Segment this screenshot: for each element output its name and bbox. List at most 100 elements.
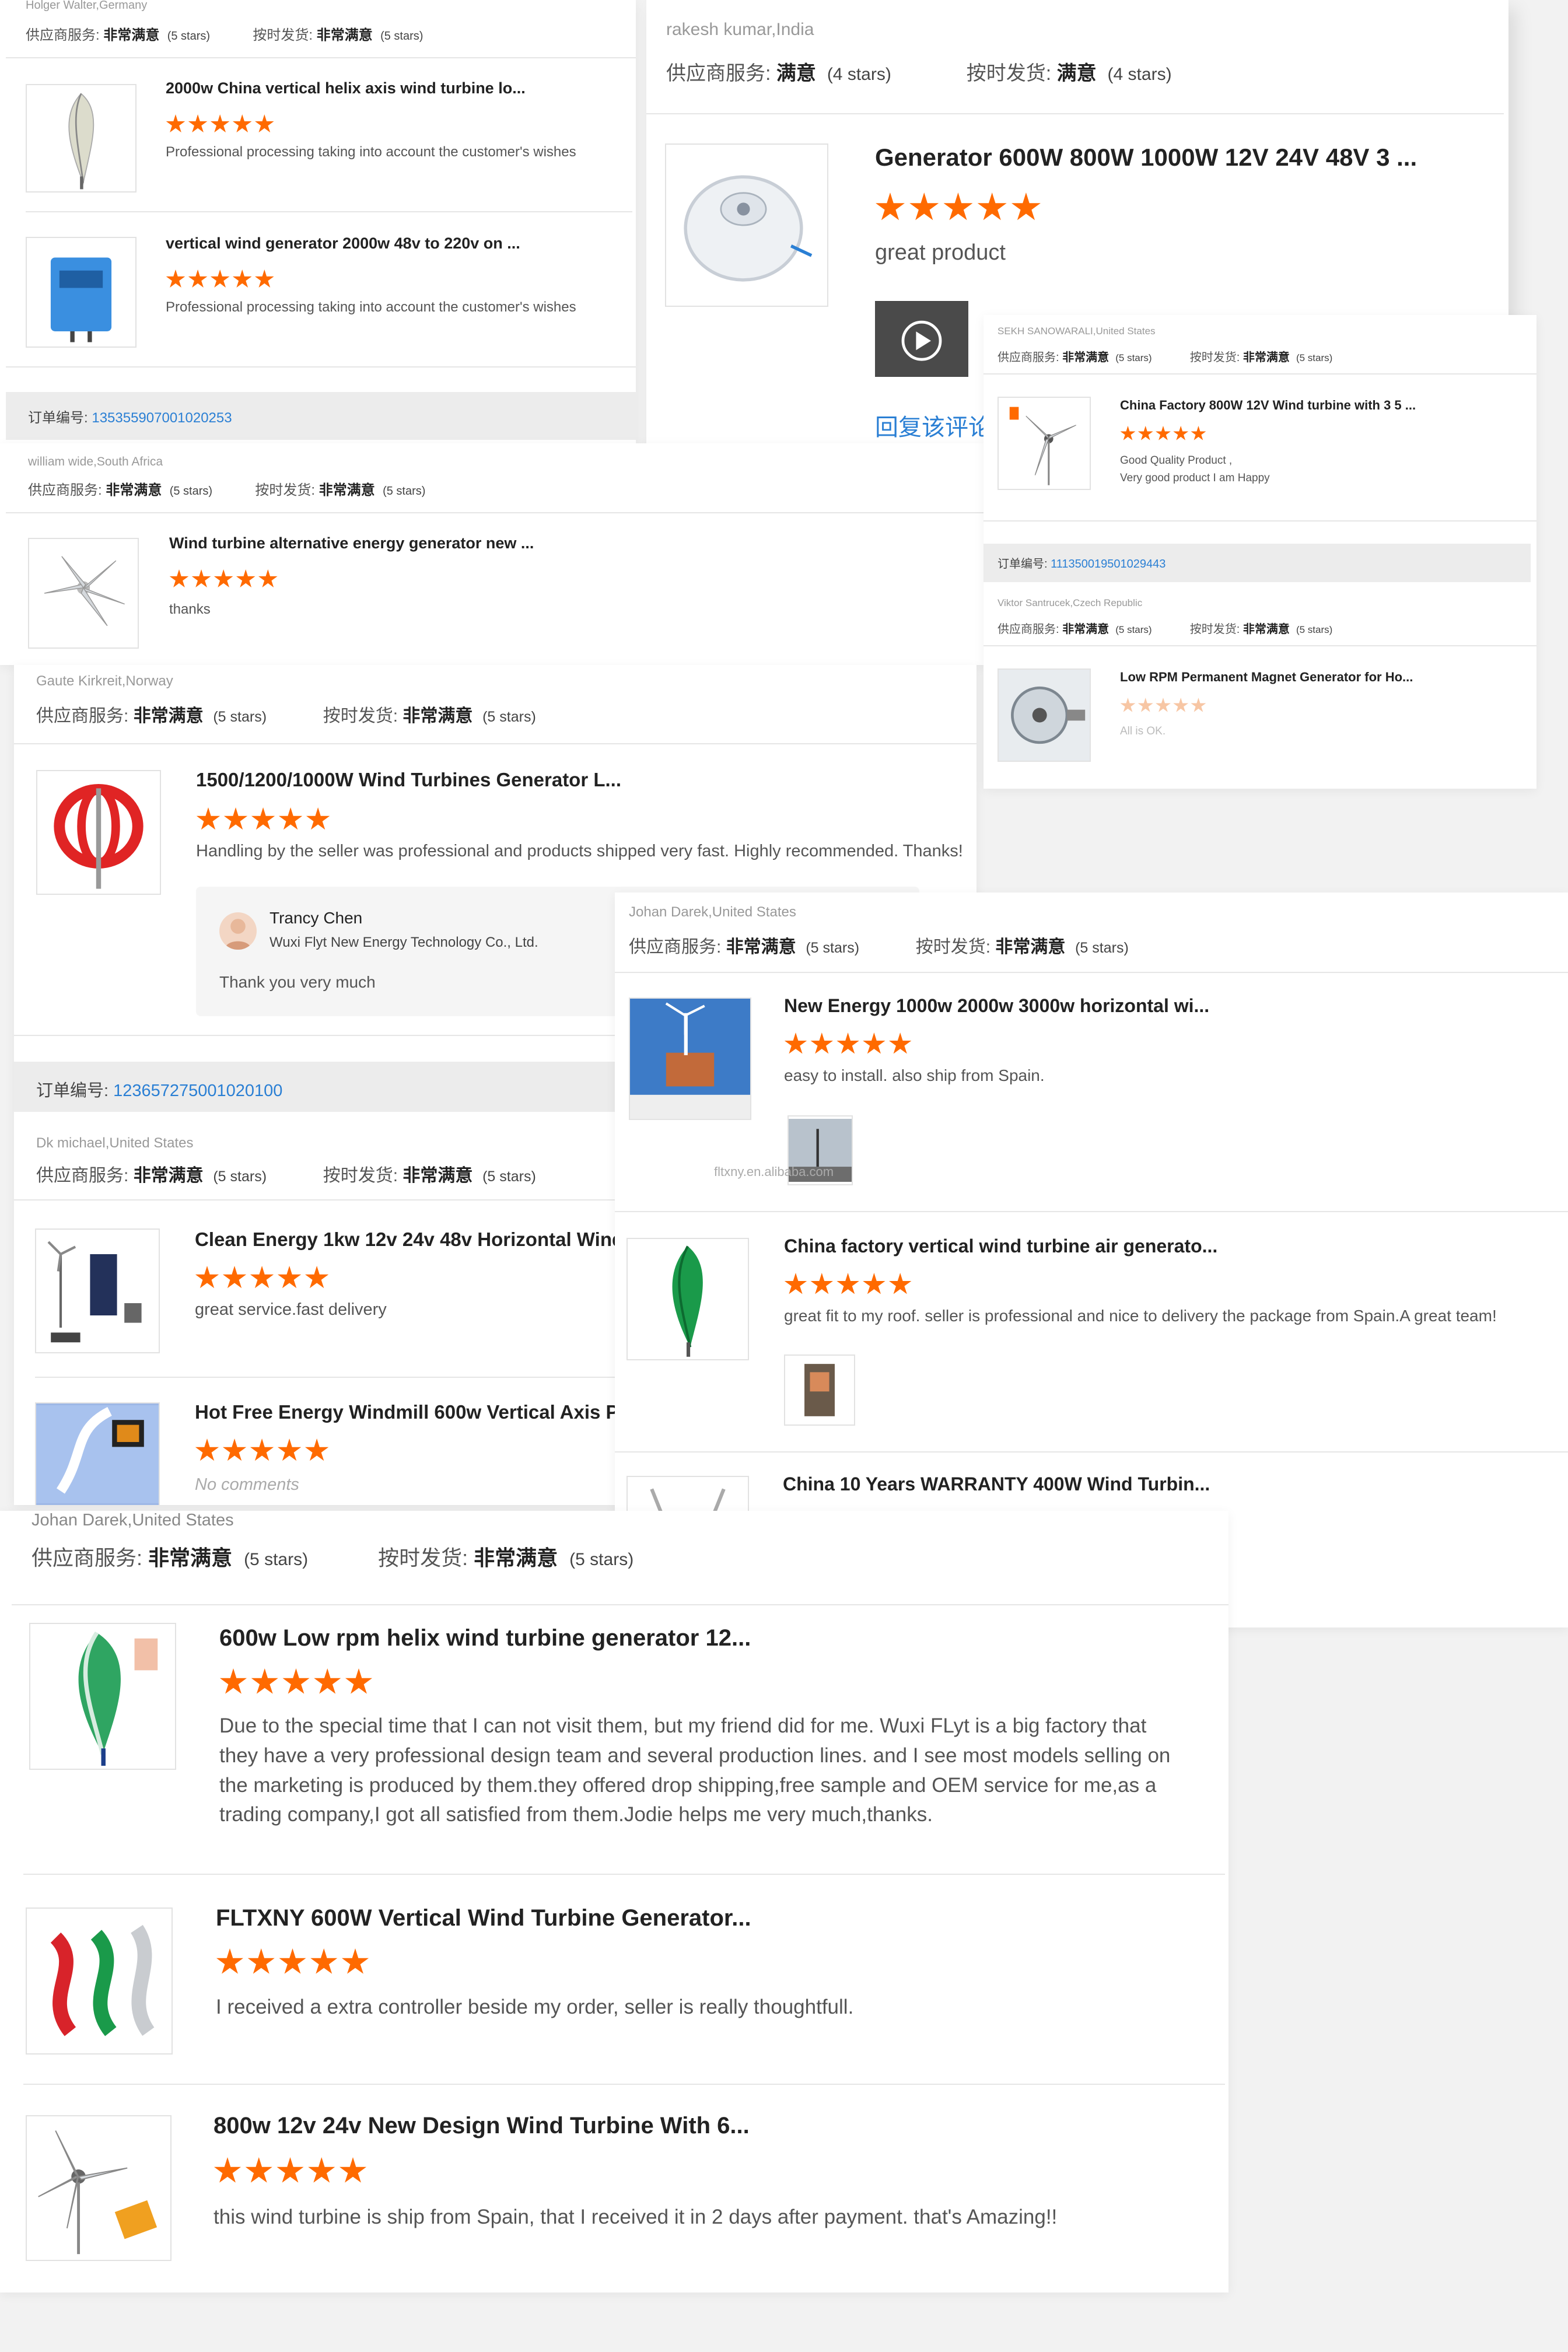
review-panel-c: william wide,South Africa 供应商服务: 非常满意 (5… (0, 443, 986, 665)
ratings-row: 供应商服务: 满意 (4 stars) 按时发货: 满意 (4 stars) (666, 62, 1172, 85)
divider (6, 512, 986, 513)
star-rating (784, 1032, 912, 1056)
product-title[interactable]: New Energy 1000w 2000w 3000w horizontal … (784, 995, 1251, 1017)
star-icon (216, 1948, 244, 1974)
star-icon (210, 270, 230, 288)
product-image[interactable] (26, 237, 136, 348)
product-image[interactable] (35, 1402, 160, 1505)
divider (14, 743, 977, 744)
product-title[interactable]: China factory vertical wind turbine air … (784, 1236, 1251, 1257)
divider (984, 645, 1536, 646)
product-image[interactable] (998, 397, 1091, 490)
product-title[interactable]: FLTXNY 600W Vertical Wind Turbine Genera… (216, 1905, 1149, 1931)
star-rating (166, 114, 274, 134)
order-number-link[interactable]: 135355907001020253 (92, 410, 232, 426)
star-icon (1138, 698, 1153, 712)
review-text: great service.fast delivery (195, 1300, 387, 1319)
watermark: fltxny.en.alibaba.com (714, 1164, 834, 1179)
product-image[interactable] (629, 998, 751, 1120)
star-icon (277, 1438, 302, 1461)
star-rating (214, 2157, 367, 2185)
star-icon (214, 569, 233, 587)
product-title[interactable]: 600w Low rpm helix wind turbine generato… (219, 1625, 1153, 1651)
product-image[interactable] (998, 668, 1091, 762)
reply-author: Trancy Chen (270, 909, 363, 927)
review-text: Handling by the seller was professional … (196, 842, 963, 860)
product-image[interactable] (36, 770, 161, 895)
product-title[interactable]: vertical wind generator 2000w 48v to 220… (166, 235, 621, 253)
star-icon (810, 1032, 833, 1054)
product-image[interactable] (26, 1908, 173, 2054)
product-image[interactable] (665, 144, 828, 307)
product-title[interactable]: 800w 12v 24v New Design Wind Turbine Wit… (214, 2113, 1147, 2139)
star-icon (310, 1948, 338, 1974)
star-icon (232, 270, 252, 288)
star-icon (277, 1266, 302, 1289)
divider (646, 113, 1504, 114)
review-text: Professional processing taking into acco… (166, 144, 576, 160)
star-icon (876, 192, 905, 220)
review-video-thumbnail[interactable] (875, 301, 968, 377)
star-icon (195, 1438, 219, 1461)
star-icon (345, 1668, 373, 1694)
wind-turbine-icon (44, 556, 125, 626)
product-image[interactable] (29, 1623, 176, 1770)
order-number-link[interactable]: 111350019501029443 (1051, 558, 1166, 570)
star-icon (195, 1266, 219, 1289)
star-rating (784, 1273, 912, 1296)
review-text: No comments (195, 1475, 299, 1494)
product-title[interactable]: 2000w China vertical helix axis wind tur… (166, 79, 621, 97)
star-icon (339, 2157, 367, 2183)
reviewer-name: Holger Walter,Germany (26, 0, 148, 12)
review-text: thanks (169, 601, 211, 617)
star-icon (308, 2157, 335, 2183)
review-text: I received a extra controller beside my … (216, 1996, 854, 2018)
product-image[interactable] (626, 1238, 749, 1360)
divider (984, 373, 1536, 374)
vertical-turbine-icon (50, 1924, 155, 2036)
product-title[interactable]: Wind turbine alternative energy generato… (169, 534, 694, 552)
star-icon (251, 807, 275, 830)
product-image[interactable] (26, 84, 136, 192)
star-icon (784, 1032, 807, 1054)
star-icon (254, 270, 274, 288)
product-title[interactable]: 1500/1200/1000W Wind Turbines Generator … (196, 769, 838, 791)
star-icon (304, 1438, 329, 1461)
reply-review-link[interactable]: 回复该评论 (875, 408, 992, 442)
star-icon (836, 1032, 859, 1054)
star-icon (1011, 192, 1041, 220)
ratings-row: 供应商服务: 非常满意 (5 stars) 按时发货: 非常满意 (5 star… (998, 623, 1333, 636)
product-title[interactable]: China Factory 800W 12V Wind turbine with… (1120, 398, 1505, 413)
star-rating (196, 807, 330, 832)
divider (615, 1451, 1568, 1452)
star-icon (1173, 426, 1189, 440)
generator-icon (684, 175, 813, 282)
star-icon (223, 807, 248, 830)
photo-icon (785, 1356, 854, 1424)
product-image[interactable] (35, 1228, 160, 1353)
product-image[interactable] (26, 2115, 172, 2261)
star-icon (166, 270, 186, 288)
star-icon (247, 1948, 275, 1974)
review-panel-g: Johan Darek,United States 供应商服务: 非常满意 (5… (0, 1511, 1228, 2292)
reviewer-name: Johan Darek,United States (32, 1511, 234, 1530)
reviewer-name: SEKH SANOWARALI,United States (998, 326, 1156, 337)
review-panel-a: Holger Walter,Germany 供应商服务: 非常满意 (5 sta… (0, 0, 636, 443)
product-title[interactable]: China 10 Years WARRANTY 400W Wind Turbin… (783, 1474, 1250, 1495)
product-image[interactable] (28, 538, 139, 649)
star-rating (169, 569, 278, 589)
ratings-row: 供应商服务: 非常满意 (5 stars) 按时发货: 非常满意 (5 star… (36, 706, 536, 726)
review-photo[interactable] (784, 1354, 855, 1426)
star-icon (1173, 698, 1189, 712)
star-icon (232, 114, 252, 132)
order-number-link[interactable]: 123657275001020100 (113, 1082, 282, 1100)
divider (6, 366, 636, 368)
star-icon (863, 1032, 886, 1054)
star-icon (196, 807, 220, 830)
review-text: All is OK. (1120, 725, 1166, 737)
generator-icon (999, 670, 1090, 761)
star-icon (250, 1266, 274, 1289)
product-title[interactable]: Low RPM Permanent Magnet Generator for H… (1120, 670, 1505, 685)
product-title[interactable]: Generator 600W 800W 1000W 12V 24V 48V 3 … (875, 144, 1493, 172)
video-play-icon (875, 302, 968, 376)
